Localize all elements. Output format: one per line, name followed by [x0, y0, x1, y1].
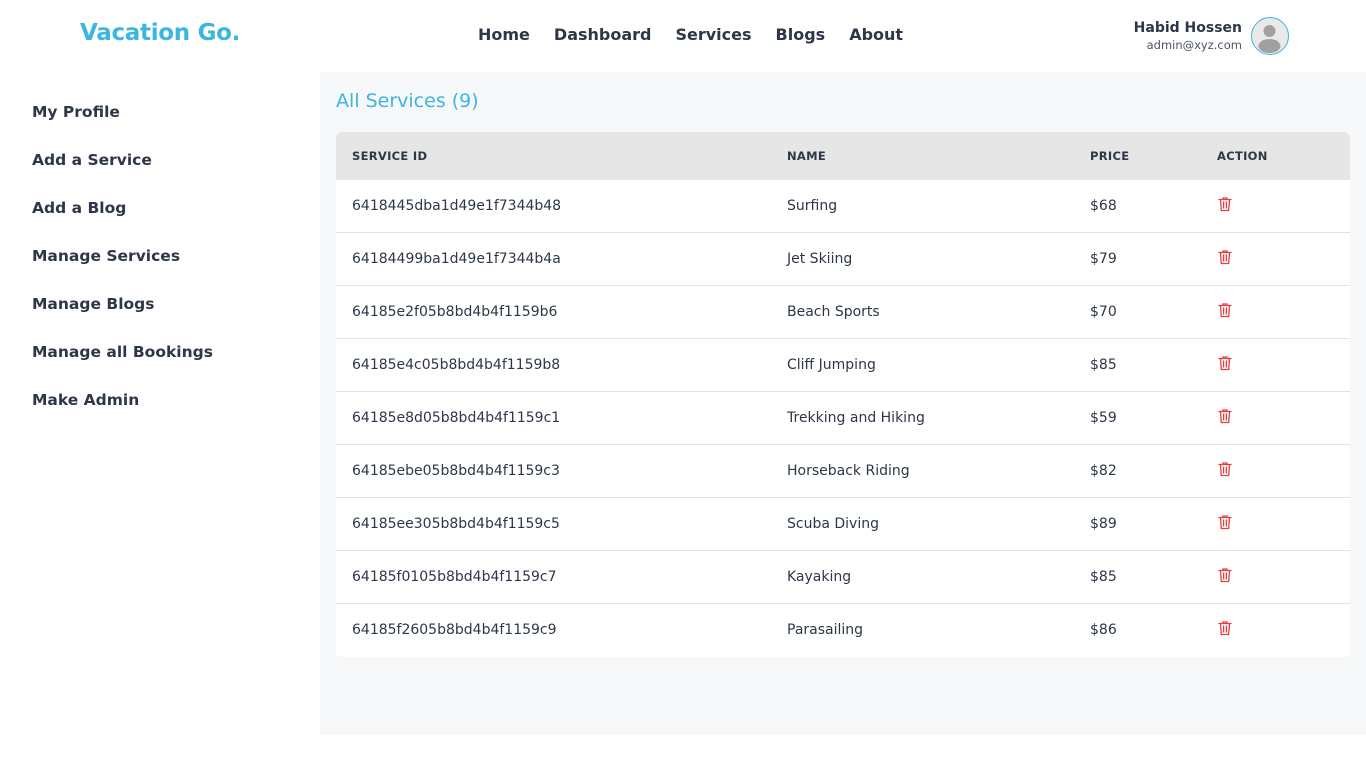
service-id-cell: 64184499ba1d49e1f7344b4a	[352, 251, 561, 267]
service-name-cell: Parasailing	[787, 622, 864, 638]
trash-icon[interactable]	[1218, 302, 1232, 318]
table-row: 64185f2605b8bd4b4f1159c9 Parasailing $86	[336, 604, 1350, 657]
service-name-cell: Beach Sports	[787, 304, 880, 320]
trash-icon[interactable]	[1218, 249, 1232, 265]
table-header: SERVICE ID NAME PRICE ACTION	[336, 132, 1350, 180]
trash-icon[interactable]	[1218, 620, 1232, 636]
trash-icon[interactable]	[1218, 514, 1232, 530]
service-name-cell: Surfing	[787, 198, 838, 214]
service-price-cell: $68	[1090, 198, 1117, 214]
table-row: 64185e8d05b8bd4b4f1159c1 Trekking and Hik…	[336, 392, 1350, 445]
table-body: 6418445dba1d49e1f7344b48 Surfing $68 641844…	[336, 180, 1350, 657]
services-table: SERVICE ID NAME PRICE ACTION 6418445dba1…	[336, 132, 1350, 657]
trash-icon[interactable]	[1218, 461, 1232, 477]
service-id-cell: 64185ee305b8bd4b4f1159c5	[352, 516, 560, 532]
service-name-cell: Trekking and Hiking	[787, 410, 925, 426]
service-price-cell: $79	[1090, 251, 1117, 267]
service-name-cell: Scuba Diving	[787, 516, 879, 532]
sidebar-item-my-profile[interactable]: My Profile	[32, 103, 120, 121]
column-header-name: NAME	[787, 149, 827, 163]
user-avatar-icon[interactable]	[1251, 17, 1289, 55]
top-header: Vacation Go. Home Dashboard Services Blo…	[0, 0, 1366, 72]
service-price-cell: $89	[1090, 516, 1117, 532]
sidebar-item-manage-bookings[interactable]: Manage all Bookings	[32, 343, 213, 361]
trash-icon[interactable]	[1218, 408, 1232, 424]
service-id-cell: 6418445dba1d49e1f7344b48	[352, 198, 562, 214]
sidebar-item-add-blog[interactable]: Add a Blog	[32, 199, 126, 217]
table-row: 64185e2f05b8bd4b4f1159b6 Beach Sports $70	[336, 286, 1350, 339]
main-nav: Home Dashboard Services Blogs About	[466, 25, 915, 44]
service-id-cell: 64185e4c05b8bd4b4f1159b8	[352, 357, 561, 373]
service-price-cell: $70	[1090, 304, 1117, 320]
service-id-cell: 64185f2605b8bd4b4f1159c9	[352, 622, 557, 638]
table-row: 6418445dba1d49e1f7344b48 Surfing $68	[336, 180, 1350, 233]
nav-dashboard[interactable]: Dashboard	[542, 25, 664, 44]
service-id-cell: 64185f0105b8bd4b4f1159c7	[352, 569, 557, 585]
sidebar-item-manage-blogs[interactable]: Manage Blogs	[32, 295, 154, 313]
sidebar: My Profile Add a Service Add a Blog Mana…	[0, 72, 320, 768]
service-name-cell: Horseback Riding	[787, 463, 910, 479]
service-price-cell: $82	[1090, 463, 1117, 479]
service-price-cell: $85	[1090, 357, 1117, 373]
trash-icon[interactable]	[1218, 196, 1232, 212]
sidebar-item-add-service[interactable]: Add a Service	[32, 151, 152, 169]
main-content: All Services (9) SERVICE ID NAME PRICE A…	[320, 72, 1366, 735]
service-price-cell: $85	[1090, 569, 1117, 585]
table-row: 64185ee305b8bd4b4f1159c5 Scuba Diving $89	[336, 498, 1350, 551]
table-row: 64185e4c05b8bd4b4f1159b8 Cliff Jumping $85	[336, 339, 1350, 392]
service-name-cell: Jet Skiing	[787, 251, 853, 267]
service-price-cell: $59	[1090, 410, 1117, 426]
sidebar-item-make-admin[interactable]: Make Admin	[32, 391, 139, 409]
trash-icon[interactable]	[1218, 355, 1232, 371]
page-title: All Services (9)	[336, 90, 479, 112]
column-header-price: PRICE	[1090, 149, 1130, 163]
table-row: 64185f0105b8bd4b4f1159c7 Kayaking $85	[336, 551, 1350, 604]
user-name: Habid Hossen	[1133, 20, 1242, 36]
column-header-action: ACTION	[1217, 149, 1268, 163]
service-id-cell: 64185e2f05b8bd4b4f1159b6	[352, 304, 558, 320]
user-info: Habid Hossen admin@xyz.com	[1134, 19, 1242, 53]
column-header-service-id: SERVICE ID	[352, 149, 428, 163]
table-row: 64184499ba1d49e1f7344b4a Jet Skiing $79	[336, 233, 1350, 286]
service-id-cell: 64185ebe05b8bd4b4f1159c3	[352, 463, 560, 479]
service-price-cell: $86	[1090, 622, 1117, 638]
service-name-cell: Kayaking	[787, 569, 852, 585]
service-name-cell: Cliff Jumping	[787, 357, 876, 373]
nav-home[interactable]: Home	[466, 25, 542, 44]
table-row: 64185ebe05b8bd4b4f1159c3 Horseback Riding…	[336, 445, 1350, 498]
sidebar-item-manage-services[interactable]: Manage Services	[32, 247, 180, 265]
nav-services[interactable]: Services	[663, 25, 763, 44]
brand-logo[interactable]: Vacation Go.	[80, 20, 240, 46]
nav-blogs[interactable]: Blogs	[764, 25, 838, 44]
user-email: admin@xyz.com	[1146, 38, 1242, 52]
trash-icon[interactable]	[1218, 567, 1232, 583]
nav-about[interactable]: About	[837, 25, 915, 44]
service-id-cell: 64185e8d05b8bd4b4f1159c1	[352, 410, 561, 426]
